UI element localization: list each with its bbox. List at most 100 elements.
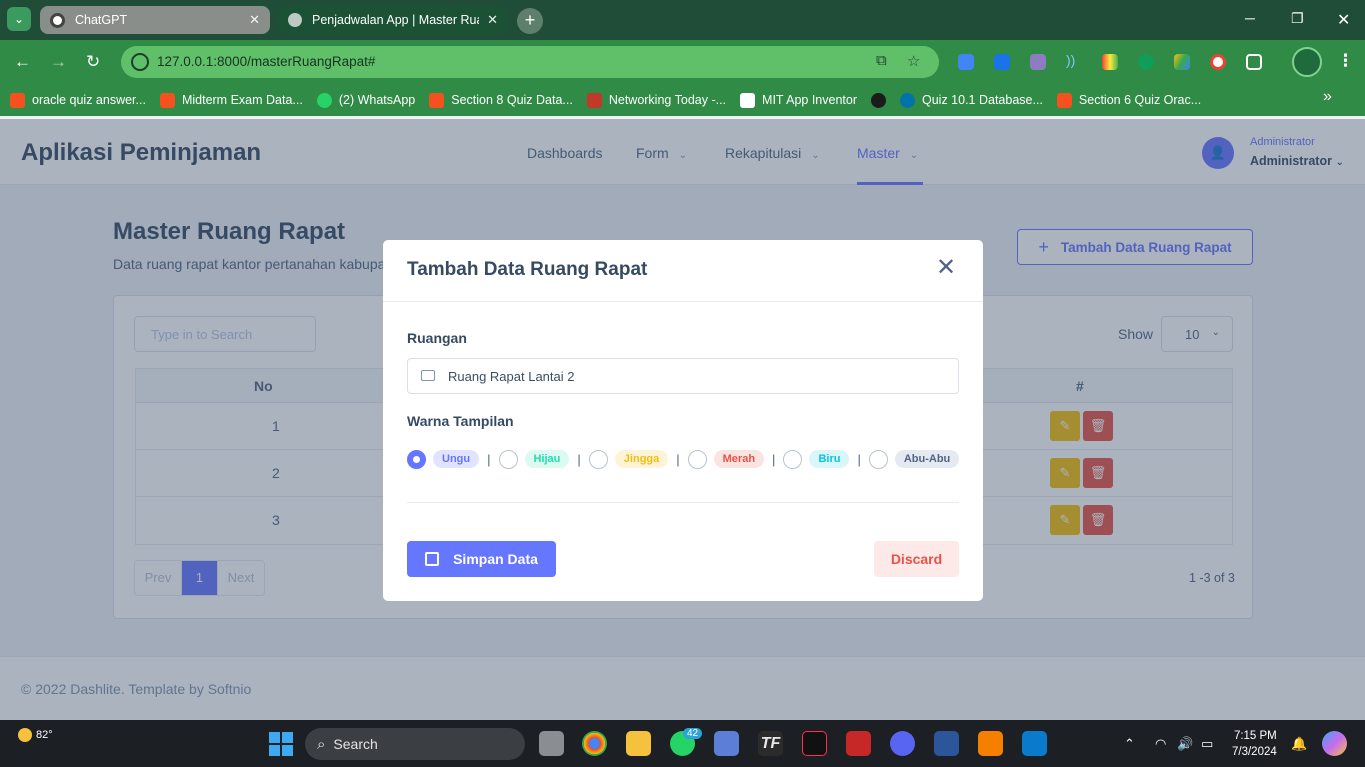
- bookmark-item[interactable]: oracle quiz answer...: [10, 92, 146, 108]
- profile-avatar[interactable]: [1292, 47, 1322, 77]
- windows-start-icon[interactable]: [269, 732, 293, 756]
- vscode-icon[interactable]: [1022, 731, 1047, 756]
- close-tab-icon[interactable]: ✕: [249, 12, 260, 28]
- volume-icon[interactable]: 🔊: [1177, 736, 1193, 752]
- reload-icon[interactable]: ↻: [86, 52, 100, 72]
- extension-wave-icon[interactable]: )): [1066, 52, 1082, 68]
- weather-icon: [18, 728, 32, 742]
- forward-icon[interactable]: →: [50, 52, 67, 72]
- battery-icon[interactable]: ▭: [1201, 736, 1213, 752]
- file-explorer-icon[interactable]: [626, 731, 651, 756]
- extension-send-icon[interactable]: [1030, 54, 1046, 70]
- color-pill-merah[interactable]: Merah: [713, 450, 765, 468]
- bookmark-label: Section 8 Quiz Data...: [451, 93, 573, 107]
- separator: |: [487, 451, 491, 467]
- browser-tab-chatgpt[interactable]: ChatGPT ✕: [40, 6, 270, 34]
- browser-tab-penjadwalan[interactable]: Penjadwalan App | Master Ruang ✕: [278, 6, 508, 34]
- new-tab-button[interactable]: +: [517, 8, 543, 34]
- save-button[interactable]: Simpan Data: [407, 541, 556, 577]
- color-pill-abu-abu[interactable]: Abu-Abu: [894, 450, 960, 468]
- tiktok-icon[interactable]: [802, 731, 827, 756]
- bookmark-item[interactable]: MIT App Inventor: [740, 92, 857, 108]
- xampp-icon[interactable]: [978, 731, 1003, 756]
- extension-shield-icon[interactable]: [1138, 54, 1154, 70]
- chevron-up-icon[interactable]: ⌃: [1124, 736, 1135, 752]
- notification-badge: 42: [683, 728, 703, 739]
- bookmark-star-icon[interactable]: ☆: [907, 52, 920, 70]
- task-view-icon[interactable]: [539, 731, 564, 756]
- color-radio-abu-abu[interactable]: [868, 449, 888, 469]
- browser-toolbar: ← → ↻ 127.0.0.1:8000/masterRuangRapat# ⧉…: [0, 40, 1365, 84]
- copilot-icon[interactable]: [1322, 731, 1347, 756]
- browser-menu-icon[interactable]: ⋮: [1337, 51, 1354, 71]
- bookmark-item[interactable]: Quiz 10.1 Database...: [900, 92, 1043, 108]
- extension-grid-icon[interactable]: [1102, 54, 1118, 70]
- bookmark-item[interactable]: Section 6 Quiz Orac...: [1056, 92, 1201, 108]
- taskbar-search[interactable]: ⌕ Search: [305, 728, 525, 760]
- separator: |: [857, 451, 861, 467]
- color-pill-biru[interactable]: Biru: [809, 450, 850, 468]
- color-radio-ungu[interactable]: [407, 449, 426, 469]
- notification-bell-icon[interactable]: 🔔: [1291, 736, 1307, 752]
- clock-time: 7:15 PM: [1233, 730, 1277, 742]
- close-icon[interactable]: ✕: [936, 256, 956, 280]
- color-radio-merah[interactable]: [687, 449, 707, 469]
- bookmark-item[interactable]: [871, 92, 886, 108]
- url-text[interactable]: 127.0.0.1:8000/masterRuangRapat#: [157, 54, 375, 69]
- chrome-icon[interactable]: [582, 731, 607, 756]
- bookmark-item[interactable]: Networking Today -...: [586, 92, 726, 108]
- app-icon[interactable]: [714, 731, 739, 756]
- minimize-icon[interactable]: ─: [1245, 10, 1255, 26]
- wifi-icon[interactable]: ◠: [1155, 736, 1166, 752]
- discord-icon[interactable]: [890, 731, 915, 756]
- discard-button[interactable]: Discard: [874, 541, 959, 577]
- blogger-icon: [429, 92, 445, 108]
- google-drive-icon[interactable]: [1174, 54, 1190, 70]
- tf-app-icon[interactable]: TF: [758, 731, 783, 756]
- extension-gear-icon[interactable]: [994, 54, 1010, 70]
- bookmark-label: Midterm Exam Data...: [181, 93, 303, 107]
- separator: |: [772, 451, 776, 467]
- separator: |: [676, 451, 680, 467]
- github-icon: [871, 92, 886, 108]
- tab-title: Penjadwalan App | Master Ruang: [312, 13, 480, 27]
- bookmark-item[interactable]: (2) WhatsApp: [316, 92, 416, 108]
- site-info-icon[interactable]: [131, 53, 149, 71]
- color-options: Ungu | Hijau | Jingga | Merah | Biru | A…: [407, 449, 960, 469]
- color-pill-jingga[interactable]: Jingga: [614, 450, 669, 468]
- bookmark-item[interactable]: Section 8 Quiz Data...: [429, 92, 573, 108]
- floppy-disk-icon: [425, 552, 440, 566]
- word-icon[interactable]: [934, 731, 959, 756]
- color-radio-hijau[interactable]: [498, 449, 518, 469]
- color-radio-biru[interactable]: [783, 449, 803, 469]
- system-clock[interactable]: 7:15 PM 7/3/2024: [1232, 728, 1277, 760]
- bookmarks-bar: oracle quiz answer... Midterm Exam Data.…: [0, 84, 1365, 116]
- cisco-icon: [586, 92, 602, 108]
- translate-icon[interactable]: ⧉: [876, 52, 887, 69]
- clock-date: 7/3/2024: [1232, 746, 1277, 758]
- restore-icon[interactable]: ❐: [1291, 10, 1304, 27]
- color-pill-ungu[interactable]: Ungu: [433, 450, 480, 468]
- save-label: Simpan Data: [453, 551, 538, 567]
- room-label: Ruangan: [407, 330, 467, 346]
- windows-taskbar: 82° ⌕ Search 42 TF ⌃ ◠ 🔊 ▭ 7:15 PM 7/3/20…: [0, 720, 1365, 767]
- chrome-extension-icon[interactable]: [1210, 54, 1226, 70]
- weather-widget[interactable]: 82°: [18, 728, 53, 742]
- chatgpt-icon: [50, 12, 65, 28]
- address-bar[interactable]: 127.0.0.1:8000/masterRuangRapat# ⧉ ☆: [121, 46, 939, 78]
- close-window-icon[interactable]: ✕: [1337, 10, 1350, 30]
- bookmark-label: MIT App Inventor: [762, 93, 857, 107]
- color-pill-hijau[interactable]: Hijau: [524, 450, 570, 468]
- app-icon[interactable]: [846, 731, 871, 756]
- extensions-puzzle-icon[interactable]: [1246, 54, 1262, 70]
- tab-search-button[interactable]: ⌄: [7, 7, 31, 31]
- close-tab-icon[interactable]: ✕: [487, 12, 498, 28]
- bookmark-label: (2) WhatsApp: [338, 93, 416, 107]
- back-icon[interactable]: ←: [14, 52, 31, 72]
- google-translate-extension-icon[interactable]: [958, 54, 974, 70]
- room-input[interactable]: Ruang Rapat Lantai 2: [407, 358, 959, 394]
- more-bookmarks-icon[interactable]: »: [1323, 88, 1332, 106]
- color-radio-jingga[interactable]: [588, 449, 608, 469]
- temperature: 82°: [36, 728, 53, 741]
- bookmark-item[interactable]: Midterm Exam Data...: [159, 92, 303, 108]
